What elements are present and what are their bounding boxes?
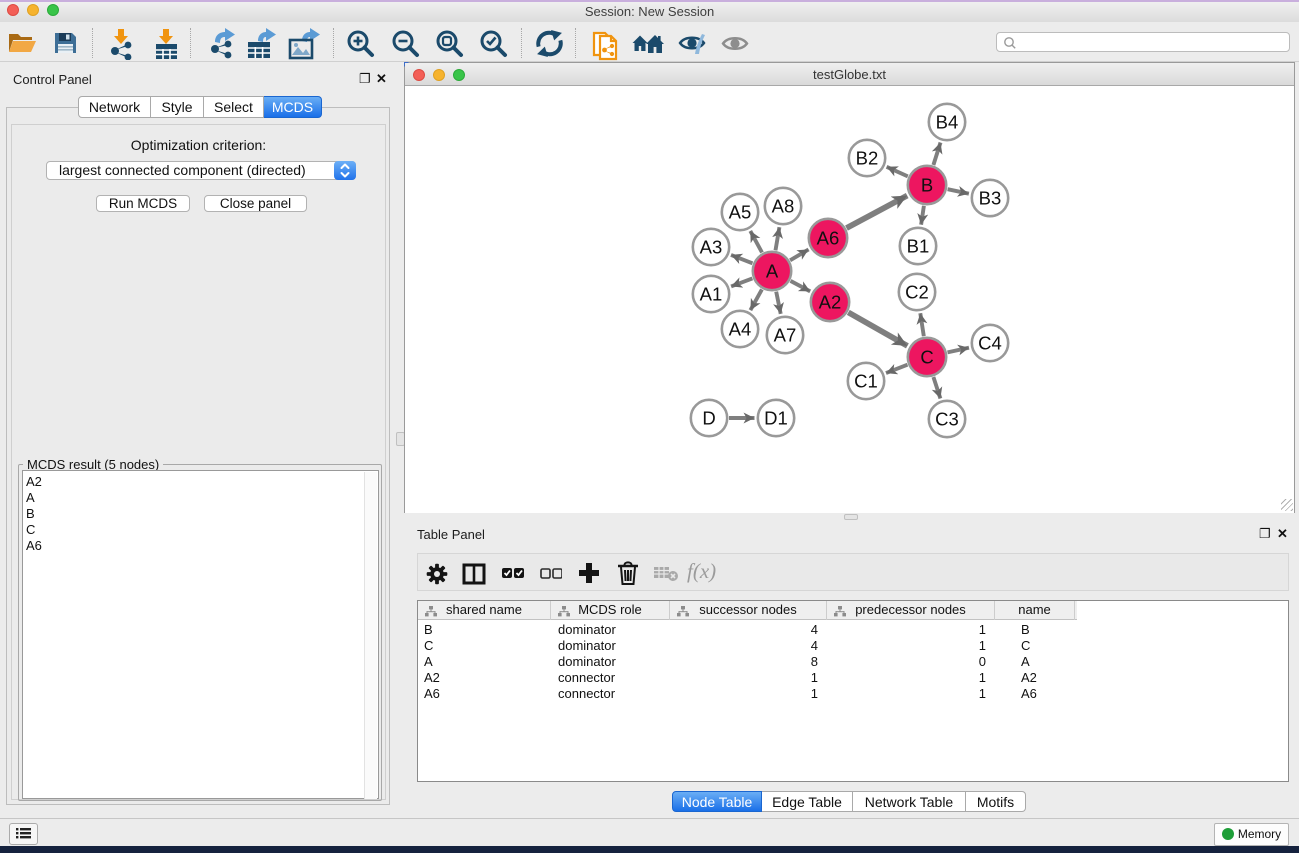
svg-text:A: A (766, 261, 779, 282)
svg-text:A6: A6 (817, 228, 840, 249)
svg-text:C: C (920, 347, 933, 368)
svg-text:A7: A7 (774, 325, 797, 346)
svg-text:C4: C4 (978, 333, 1002, 354)
svg-text:A3: A3 (700, 237, 723, 258)
svg-text:C2: C2 (905, 282, 929, 303)
svg-text:A1: A1 (700, 284, 723, 305)
svg-text:A4: A4 (729, 319, 752, 340)
svg-text:B1: B1 (907, 236, 930, 257)
svg-text:C1: C1 (854, 371, 878, 392)
svg-text:A8: A8 (772, 196, 795, 217)
svg-text:B3: B3 (979, 188, 1002, 209)
svg-text:D: D (702, 408, 715, 429)
svg-text:B4: B4 (936, 112, 959, 133)
svg-text:A5: A5 (729, 202, 752, 223)
svg-text:A2: A2 (819, 292, 842, 313)
svg-text:B: B (921, 175, 933, 196)
svg-text:C3: C3 (935, 409, 959, 430)
svg-text:B2: B2 (856, 148, 879, 169)
svg-text:D1: D1 (764, 408, 788, 429)
